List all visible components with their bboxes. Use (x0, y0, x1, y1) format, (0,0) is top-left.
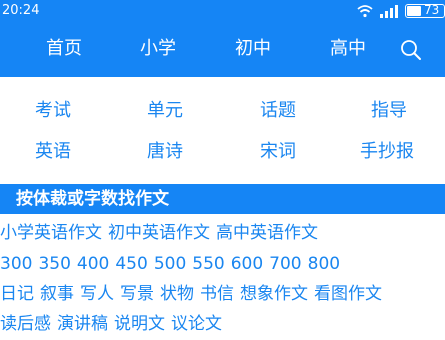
category-song-ci[interactable]: 宋词 (260, 139, 296, 165)
section-header: 按体裁或字数找作文 (0, 184, 445, 214)
category-row-2: 英语 唐诗 宋词 手抄报 (0, 139, 445, 165)
search-icon[interactable] (400, 39, 422, 61)
link-wordcount[interactable]: 450 (115, 254, 147, 274)
category-topic[interactable]: 话题 (260, 98, 296, 124)
link-genre[interactable]: 写人 (80, 284, 114, 304)
english-essay-links: 小学英语作文 初中英语作文 高中英语作文 (0, 221, 318, 245)
link-genre[interactable]: 看图作文 (314, 284, 382, 304)
category-tang-poetry[interactable]: 唐诗 (147, 139, 183, 165)
link-genre[interactable]: 想象作文 (240, 284, 308, 304)
status-indicators: 73 (357, 2, 445, 20)
nav-item-high[interactable]: 高中 (330, 38, 366, 60)
link-wordcount[interactable]: 300 (0, 254, 32, 274)
category-guide[interactable]: 指导 (371, 98, 407, 124)
category-exam[interactable]: 考试 (35, 98, 71, 124)
link-wordcount[interactable]: 550 (192, 254, 224, 274)
wifi-icon (357, 4, 373, 18)
status-time: 20:24 (2, 3, 40, 18)
category-handwritten-newspaper[interactable]: 手抄报 (360, 139, 414, 165)
category-unit[interactable]: 单元 (147, 98, 183, 124)
link-genre[interactable]: 状物 (160, 284, 194, 304)
link-genre[interactable]: 议论文 (171, 314, 222, 334)
category-english[interactable]: 英语 (35, 139, 71, 165)
link-genre[interactable]: 日记 (0, 284, 34, 304)
word-count-links: 300 350 400 450 500 550 600 700 800 (0, 252, 340, 276)
link-genre[interactable]: 读后感 (0, 314, 51, 334)
nav-item-middle[interactable]: 初中 (235, 38, 271, 60)
link-genre[interactable]: 演讲稿 (57, 314, 108, 334)
link-wordcount[interactable]: 600 (231, 254, 263, 274)
signal-icon (379, 4, 399, 18)
link-middle-english[interactable]: 初中英语作文 (108, 223, 210, 243)
link-wordcount[interactable]: 400 (77, 254, 109, 274)
genre-links-2: 读后感 演讲稿 说明文 议论文 (0, 312, 222, 336)
link-genre[interactable]: 说明文 (114, 314, 165, 334)
link-wordcount[interactable]: 700 (269, 254, 301, 274)
battery-icon: 73 (405, 3, 445, 18)
category-row-1: 考试 单元 话题 指导 (0, 98, 445, 124)
battery-level: 73 (424, 3, 440, 17)
top-nav: 首页 小学 初中 高中 (0, 22, 445, 77)
link-genre[interactable]: 写景 (120, 284, 154, 304)
status-bar: 20:24 73 (0, 0, 445, 22)
link-genre[interactable]: 叙事 (40, 284, 74, 304)
link-high-english[interactable]: 高中英语作文 (216, 223, 318, 243)
genre-links-1: 日记 叙事 写人 写景 状物 书信 想象作文 看图作文 (0, 282, 382, 306)
link-wordcount[interactable]: 500 (154, 254, 186, 274)
nav-item-home[interactable]: 首页 (46, 38, 82, 60)
link-genre[interactable]: 书信 (200, 284, 234, 304)
link-primary-english[interactable]: 小学英语作文 (0, 223, 102, 243)
battery-fill (407, 6, 421, 16)
nav-item-primary[interactable]: 小学 (140, 38, 176, 60)
link-wordcount[interactable]: 800 (308, 254, 340, 274)
link-wordcount[interactable]: 350 (38, 254, 70, 274)
